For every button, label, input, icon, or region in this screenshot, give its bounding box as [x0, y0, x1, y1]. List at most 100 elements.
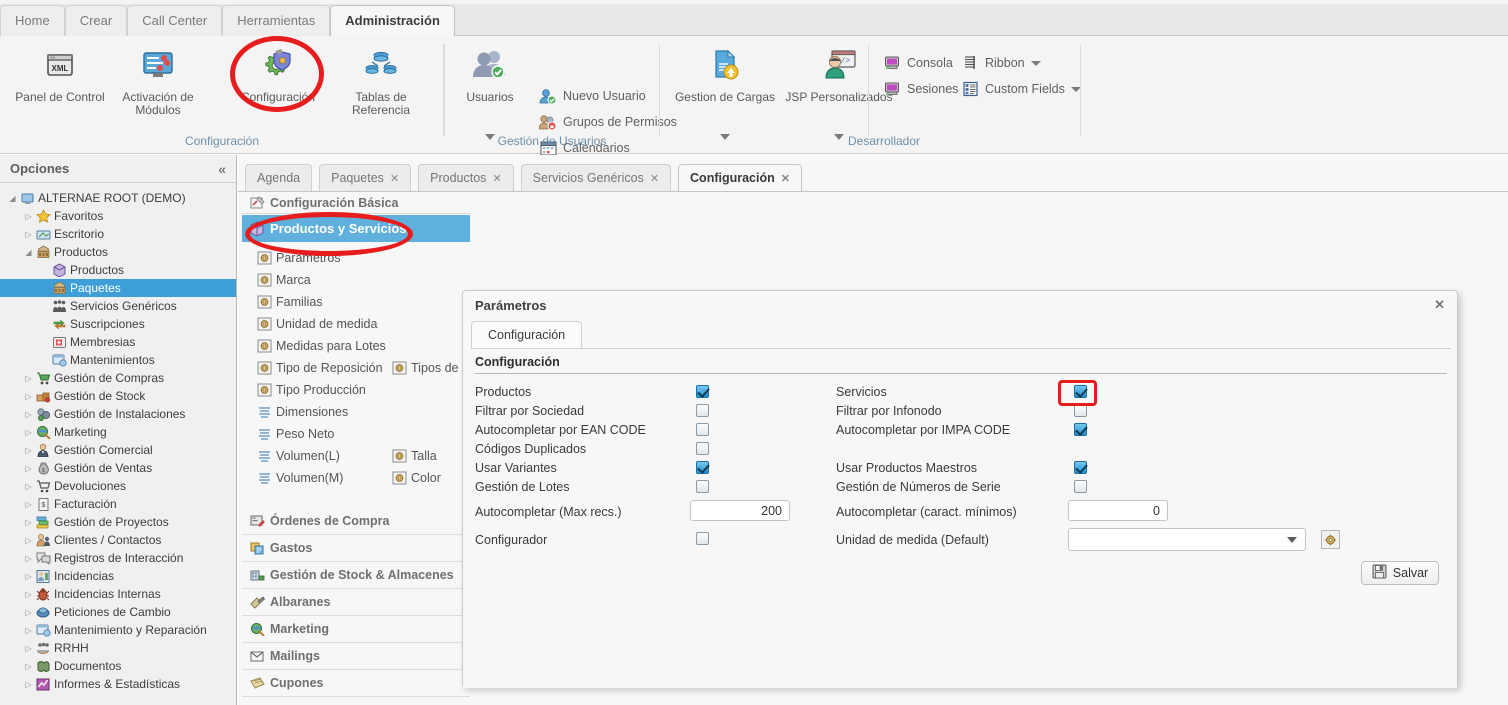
close-icon[interactable]: ✕	[492, 173, 501, 185]
chevron-down-icon[interactable]: ◢	[22, 248, 35, 257]
dialog-tab-configuracion[interactable]: Configuración	[471, 321, 583, 349]
chevron-right-icon[interactable]: ▷	[22, 518, 35, 527]
sidebar-item-gesti-n-de-ventas[interactable]: ▷ $ Gestión de Ventas	[0, 459, 236, 477]
sidebar-item-facturaci-n[interactable]: ▷ $ Facturación	[0, 495, 236, 513]
chevron-right-icon[interactable]: ▷	[22, 446, 35, 455]
sidebar-item-gesti-n-de-proyectos[interactable]: ▷ Gestión de Proyectos	[0, 513, 236, 531]
main-tab-productos[interactable]: Productos ✕	[418, 164, 514, 192]
sidebar-item-incidencias[interactable]: ▷ Incidencias	[0, 567, 236, 585]
config-item-medidas-para-lotes[interactable]: Medidas para Lotes	[256, 335, 386, 357]
ribbon-tab-crear[interactable]: Crear	[64, 5, 128, 36]
ribbon-button-consola[interactable]: Consola	[882, 51, 953, 75]
sidebar-item-clientes-contactos[interactable]: ▷ Clientes / Contactos	[0, 531, 236, 549]
sidebar-item-incidencias-internas[interactable]: ▷ Incidencias Internas	[0, 585, 236, 603]
config-item-tipo-producci-n[interactable]: Tipo Producción	[256, 379, 366, 401]
chevron-right-icon[interactable]: ▷	[22, 536, 35, 545]
input-autocompletar-caract-minimos[interactable]: 0	[1068, 500, 1168, 521]
main-tab-servicios-gen-ricos[interactable]: Servicios Genéricos ✕	[520, 164, 672, 192]
close-icon[interactable]: ✕	[781, 173, 790, 185]
config-section-cupones[interactable]: Cupones	[242, 670, 470, 697]
checkbox-autocompletar-impa-code[interactable]	[1074, 423, 1087, 436]
main-tab-configuraci-n[interactable]: Configuración ✕	[678, 164, 802, 192]
config-section-albaranes[interactable]: Albaranes	[242, 589, 470, 616]
sidebar-item-peticiones-de-cambio[interactable]: ▷ Peticiones de Cambio	[0, 603, 236, 621]
sidebar-item-escritorio[interactable]: ▷ Escritorio	[0, 225, 236, 243]
ribbon-button-custom-fields[interactable]: Custom Fields	[960, 77, 1081, 101]
lookup-unidad-de-medida-button[interactable]	[1321, 530, 1340, 549]
config-item-volumen-m[interactable]: Volumen(M)	[256, 467, 343, 489]
config-item-unidad-de-medida[interactable]: Unidad de medida	[256, 313, 377, 335]
sidebar-item-informes-estad-sticas[interactable]: ▷ Informes & Estadísticas	[0, 675, 236, 693]
chevron-right-icon[interactable]: ▷	[22, 392, 35, 401]
ribbon-button-activacion-de-modulos[interactable]: Activación de Módulos	[110, 42, 206, 117]
config-item-tipos-de-se[interactable]: Tipos de Se	[391, 357, 470, 379]
sidebar-item-paquetes[interactable]: Paquetes	[0, 279, 236, 297]
chevron-right-icon[interactable]: ▷	[22, 212, 35, 221]
save-button[interactable]: Salvar	[1361, 561, 1439, 585]
sidebar-item-mantenimiento-y-reparaci-n[interactable]: ▷ Mantenimiento y Reparación	[0, 621, 236, 639]
chevron-right-icon[interactable]: ▷	[22, 374, 35, 383]
config-item-peso-neto[interactable]: Peso Neto	[256, 423, 334, 445]
chevron-right-icon[interactable]: ▷	[22, 572, 35, 581]
checkbox-filtrar-por-sociedad[interactable]	[696, 404, 709, 417]
sidebar-item-servicios-gen-ricos[interactable]: Servicios Genéricos	[0, 297, 236, 315]
main-tab-agenda[interactable]: Agenda	[245, 164, 313, 192]
config-item-volumen-l[interactable]: Volumen(L)	[256, 445, 340, 467]
input-autocompletar-max-recs[interactable]: 200	[690, 500, 790, 521]
close-icon[interactable]: ✕	[650, 173, 659, 185]
select-unidad-de-medida-default[interactable]	[1068, 528, 1306, 551]
ribbon-button-gestion-de-cargas[interactable]: Gestion de Cargas	[670, 42, 780, 140]
main-tab-paquetes[interactable]: Paquetes ✕	[319, 164, 412, 192]
sidebar-item-alternae-root-demo[interactable]: ◢ ALTERNAE ROOT (DEMO)	[0, 189, 236, 207]
sidebar-item-registros-de-interacci-n[interactable]: ▷ Registros de Interacción	[0, 549, 236, 567]
sidebar-item-documentos[interactable]: ▷ Documentos	[0, 657, 236, 675]
sidebar-item-gesti-n-de-stock[interactable]: ▷ Gestión de Stock	[0, 387, 236, 405]
close-icon[interactable]: ✕	[390, 173, 399, 185]
checkbox-autocompletar-ean-code[interactable]	[696, 423, 709, 436]
sidebar-item-gesti-n-de-instalaciones[interactable]: ▷ Gestión de Instalaciones	[0, 405, 236, 423]
chevron-right-icon[interactable]: ▷	[22, 410, 35, 419]
chevron-down-icon[interactable]	[1030, 60, 1041, 66]
sidebar-item-membresias[interactable]: Membresias	[0, 333, 236, 351]
sidebar-item-mantenimientos[interactable]: Mantenimientos	[0, 351, 236, 369]
ribbon-tab-home[interactable]: Home	[0, 5, 65, 36]
ribbon-button-ribbon[interactable]: Ribbon	[960, 51, 1041, 75]
sidebar-item-marketing[interactable]: ▷ Marketing	[0, 423, 236, 441]
checkbox-configurador[interactable]	[696, 532, 709, 545]
checkbox-productos[interactable]	[696, 385, 709, 398]
config-item-talla[interactable]: Talla	[391, 445, 437, 467]
chevron-right-icon[interactable]: ▷	[22, 626, 35, 635]
config-item-familias[interactable]: Familias	[256, 291, 323, 313]
chevron-right-icon[interactable]: ▷	[22, 644, 35, 653]
checkbox-gestion-numeros-de-serie[interactable]	[1074, 480, 1087, 493]
chevron-right-icon[interactable]: ▷	[22, 680, 35, 689]
sidebar-item-suscripciones[interactable]: Suscripciones	[0, 315, 236, 333]
chevron-right-icon[interactable]: ▷	[22, 464, 35, 473]
config-section-rdenes-de-compra[interactable]: Órdenes de Compra	[242, 508, 470, 535]
config-section-gesti-n-de-stock-almacenes[interactable]: Gestión de Stock & Almacenes	[242, 562, 470, 589]
ribbon-button-sesiones[interactable]: Sesiones	[882, 77, 958, 101]
ribbon-button-panel-de-control[interactable]: XML Panel de Control	[12, 42, 108, 104]
chevron-right-icon[interactable]: ▷	[22, 554, 35, 563]
ribbon-tab-herramientas[interactable]: Herramientas	[222, 5, 331, 36]
checkbox-usar-variantes[interactable]	[696, 461, 709, 474]
config-item-dimensiones[interactable]: Dimensiones	[256, 401, 348, 423]
sidebar-item-rrhh[interactable]: ▷ RRHH	[0, 639, 236, 657]
sidebar-item-productos[interactable]: Productos	[0, 261, 236, 279]
chevron-right-icon[interactable]: ▷	[22, 428, 35, 437]
ribbon-button-tablas-de-referencia[interactable]: Tablas de Referencia	[333, 42, 429, 117]
chevron-right-icon[interactable]: ▷	[22, 500, 35, 509]
chevron-right-icon[interactable]: ▷	[22, 608, 35, 617]
chevron-right-icon[interactable]: ▷	[22, 230, 35, 239]
ribbon-tab-administracion[interactable]: Administración	[330, 5, 455, 36]
config-item-tipo-de-reposici-n[interactable]: Tipo de Reposición	[256, 357, 383, 379]
config-item-marca[interactable]: Marca	[256, 269, 311, 291]
ribbon-button-usuarios[interactable]: Usuarios	[454, 42, 526, 140]
checkbox-servicios[interactable]	[1074, 385, 1087, 398]
checkbox-gestion-de-lotes[interactable]	[696, 480, 709, 493]
checkbox-filtrar-por-infonodo[interactable]	[1074, 404, 1087, 417]
ribbon-button-configuracion[interactable]: Configuración	[230, 42, 326, 104]
ribbon-button-jsp-personalizados[interactable]: </> JSP Personalizados	[780, 42, 898, 140]
chevron-right-icon[interactable]: ▷	[22, 662, 35, 671]
sidebar-item-productos[interactable]: ◢ Productos	[0, 243, 236, 261]
